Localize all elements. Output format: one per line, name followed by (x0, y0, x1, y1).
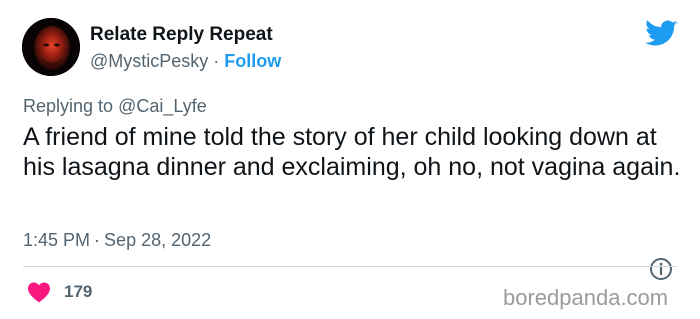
timestamp-separator: · (94, 230, 101, 250)
watermark: boredpanda.com (503, 285, 669, 310)
replying-handle-link[interactable]: @Cai_Lyfe (118, 96, 207, 116)
avatar[interactable] (22, 18, 80, 76)
twitter-bird-icon[interactable] (645, 20, 678, 48)
author-name[interactable]: Relate Reply Repeat (90, 24, 273, 46)
tweet-date: Sep 28, 2022 (104, 230, 212, 250)
divider (23, 266, 677, 267)
tweet-time: 1:45 PM (23, 230, 91, 250)
like-count[interactable]: 179 (64, 282, 92, 302)
info-icon[interactable] (649, 257, 673, 281)
heart-icon[interactable] (27, 281, 51, 303)
separator-dot: · (213, 51, 220, 71)
author-handle-row: @MysticPesky · Follow (90, 51, 281, 72)
author-handle[interactable]: @MysticPesky (90, 51, 208, 71)
tweet-text: A friend of mine told the story of her c… (23, 123, 681, 181)
timestamp[interactable]: 1:45 PM · Sep 28, 2022 (23, 230, 211, 251)
replying-prefix: Replying to (23, 96, 114, 116)
replying-to: Replying to @Cai_Lyfe (23, 96, 207, 117)
follow-button[interactable]: Follow (224, 51, 281, 71)
